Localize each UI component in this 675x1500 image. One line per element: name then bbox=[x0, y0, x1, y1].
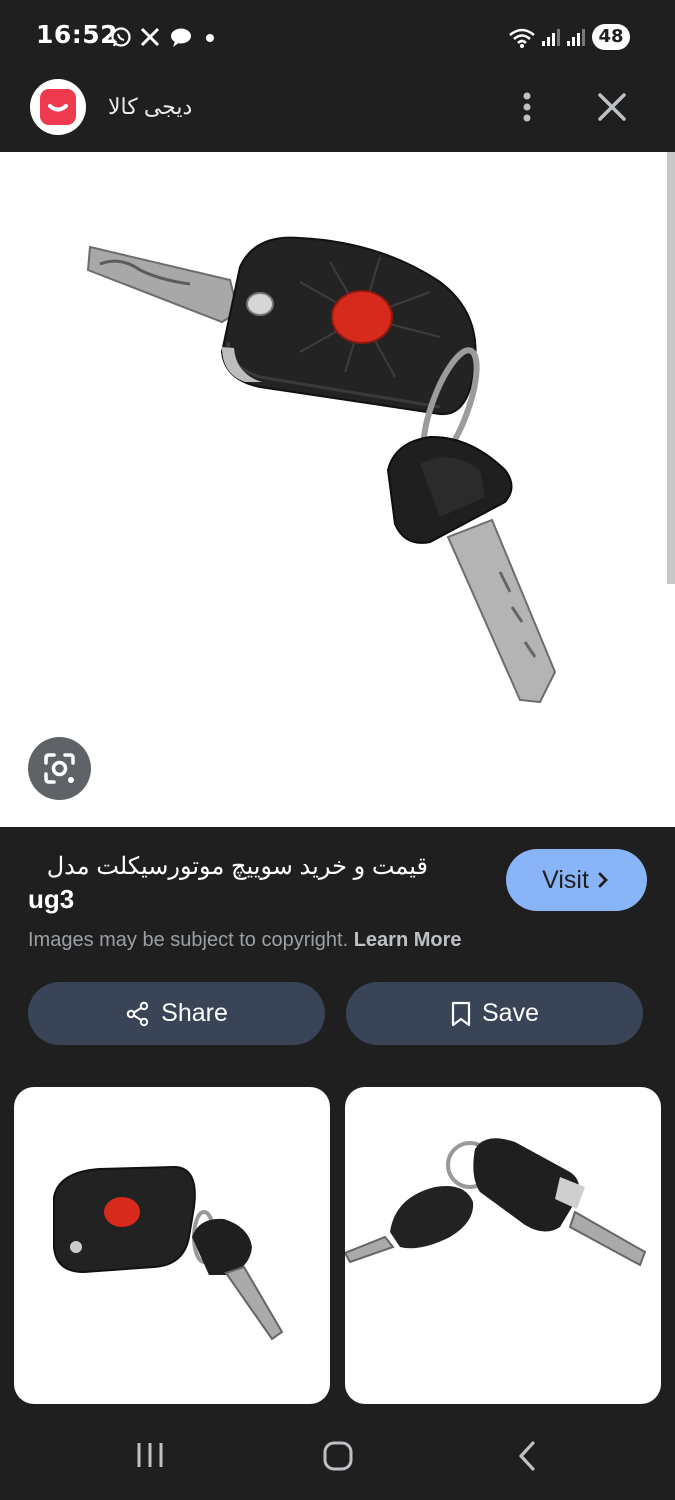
learn-more-link[interactable]: Learn More bbox=[354, 929, 462, 951]
save-label: Save bbox=[482, 999, 539, 1027]
share-button[interactable]: Share bbox=[28, 982, 325, 1045]
back-icon[interactable] bbox=[513, 1440, 541, 1472]
visit-label: Visit bbox=[542, 865, 589, 894]
close-icon[interactable] bbox=[595, 90, 629, 124]
signal-icon bbox=[567, 29, 585, 46]
signal-icon bbox=[542, 29, 560, 46]
lens-icon bbox=[44, 753, 75, 784]
digikala-logo-icon bbox=[40, 89, 76, 125]
result-title: قیمت و خرید سوییچ موتورسیکلت مدل bbox=[46, 853, 428, 880]
battery-indicator: 48 bbox=[592, 24, 630, 50]
copyright-text: Images may be subject to copyright. bbox=[28, 929, 349, 951]
whatsapp-icon bbox=[111, 27, 131, 47]
visit-button[interactable]: Visit bbox=[506, 849, 647, 911]
main-image[interactable] bbox=[0, 152, 675, 827]
chevron-right-icon bbox=[598, 872, 608, 888]
recent-apps-icon[interactable] bbox=[134, 1440, 166, 1470]
copyright-notice: Images may be subject to copyright. Lear… bbox=[28, 929, 462, 952]
site-name[interactable]: دیجی کالا bbox=[108, 94, 192, 120]
wifi-icon bbox=[509, 28, 535, 48]
site-logo[interactable] bbox=[30, 79, 86, 135]
header bbox=[0, 62, 675, 152]
share-icon bbox=[126, 1001, 149, 1026]
keys-thumbnail bbox=[345, 1138, 647, 1267]
scrollbar[interactable] bbox=[667, 152, 675, 584]
home-icon[interactable] bbox=[322, 1440, 354, 1472]
more-vert-icon[interactable] bbox=[514, 88, 540, 126]
related-image-2[interactable] bbox=[345, 1087, 661, 1404]
x-icon bbox=[140, 27, 160, 47]
key-fob-thumbnail bbox=[53, 1165, 284, 1341]
related-image-1[interactable] bbox=[14, 1087, 330, 1404]
chat-icon bbox=[171, 28, 191, 47]
dot-icon bbox=[206, 34, 214, 42]
save-button[interactable]: Save bbox=[346, 982, 643, 1045]
lens-search-button[interactable] bbox=[28, 737, 91, 800]
result-title-suffix: ug3 bbox=[28, 884, 75, 914]
bookmark-icon bbox=[451, 1001, 471, 1026]
motorcycle-key-image bbox=[86, 236, 557, 704]
share-label: Share bbox=[161, 999, 228, 1027]
status-time: 16:52 bbox=[36, 20, 119, 49]
